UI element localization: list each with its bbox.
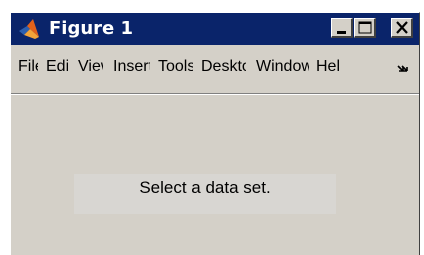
title-bar[interactable]: Figure 1 xyxy=(11,13,419,45)
maximize-button[interactable] xyxy=(354,18,376,38)
menu-window[interactable]: Window xyxy=(256,57,309,77)
menu-file[interactable]: File xyxy=(18,57,38,77)
menu-insert[interactable]: Insert xyxy=(113,57,150,77)
matlab-logo-icon xyxy=(19,19,39,39)
figure-window: Figure 1 File Edit View Insert Tools Des… xyxy=(10,12,420,255)
menu-edit[interactable]: Edit xyxy=(46,57,68,77)
menu-separator xyxy=(11,93,419,95)
minimize-button[interactable] xyxy=(331,18,353,38)
close-icon xyxy=(396,21,408,34)
chevron-icon[interactable] xyxy=(396,63,410,75)
minimize-icon xyxy=(337,31,346,34)
menu-help[interactable]: Help xyxy=(316,57,341,77)
close-button[interactable] xyxy=(391,18,413,38)
menu-desktop[interactable]: Desktop xyxy=(201,57,246,77)
menu-view[interactable]: View xyxy=(78,57,103,77)
menu-bar: File Edit View Insert Tools Desktop Wind… xyxy=(11,47,419,93)
maximize-icon xyxy=(358,21,372,34)
menu-tools[interactable]: Tools xyxy=(158,57,193,77)
status-text: Select a data set. xyxy=(139,178,271,197)
window-title: Figure 1 xyxy=(49,18,134,39)
status-panel: Select a data set. xyxy=(74,174,336,214)
